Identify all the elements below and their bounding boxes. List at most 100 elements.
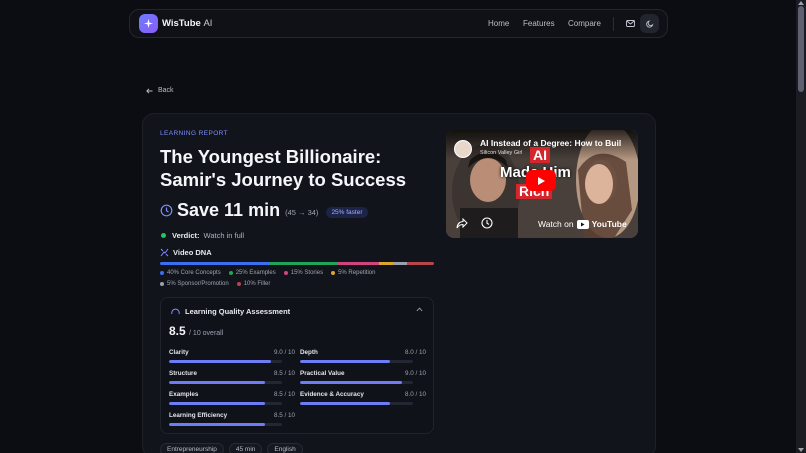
dna-segment <box>406 262 434 265</box>
moon-icon <box>645 19 653 28</box>
metric-fill <box>300 360 391 363</box>
save-detail: (45 → 34) <box>285 208 319 217</box>
youtube-label: YouTube <box>591 219 627 229</box>
metric-fill <box>300 381 402 384</box>
legend-label: 40% Core Concepts <box>167 270 221 276</box>
verdict: Verdict: Watch in full <box>161 231 244 240</box>
tag-list: Entrepreneurship 45 min English <box>160 443 303 453</box>
watch-on-label: Watch on <box>538 219 574 229</box>
dna-bar <box>160 262 434 265</box>
legend-label: 15% Stories <box>290 270 324 276</box>
watch-on-youtube-link[interactable]: Watch on YouTube <box>538 219 627 229</box>
tag-topic[interactable]: Entrepreneurship <box>160 443 224 453</box>
scroll-up-arrow[interactable] <box>798 1 804 5</box>
metric-name: Evidence & Accuracy <box>300 391 364 398</box>
youtube-logo-icon <box>576 219 589 229</box>
metric-name: Practical Value <box>300 370 345 377</box>
legend-item: 15% Stories <box>283 270 324 276</box>
metric-score: 8.5 / 10 <box>273 412 295 419</box>
metric-score: 9.0 / 10 <box>273 349 295 356</box>
brand-text: WisTube <box>162 18 201 29</box>
nav-link-features[interactable]: Features <box>523 19 555 28</box>
legend-item: 5% Repetition <box>331 270 375 276</box>
legend-swatch <box>283 271 288 275</box>
watch-later-icon[interactable] <box>481 217 493 229</box>
legend-label: 5% Repetition <box>338 270 376 276</box>
thumbnail-text-ai: AI <box>530 147 550 163</box>
brand-name[interactable]: WisTube AI <box>162 18 212 29</box>
quality-assessment-panel: Learning Quality Assessment 8.5 / 10 ove… <box>160 297 434 434</box>
metric-fill <box>169 423 266 426</box>
tag-language[interactable]: English <box>267 443 303 453</box>
metric-fill <box>300 402 391 405</box>
faster-badge: 25% faster <box>326 206 368 218</box>
brand-suffix: AI <box>203 18 213 29</box>
metric-score: 8.0 / 10 <box>404 391 426 398</box>
page-scrollbar[interactable] <box>796 0 806 453</box>
chevron-up-icon[interactable] <box>416 307 423 312</box>
metric-track <box>300 360 413 363</box>
dna-icon <box>160 248 169 257</box>
metric-score: 8.5 / 10 <box>273 370 295 377</box>
legend-item: 40% Core Concepts <box>160 270 221 276</box>
video-title: The Youngest Billionaire: Samir's Journe… <box>160 146 407 190</box>
overall-score-sub: / 10 overall <box>189 330 224 337</box>
dna-segment <box>160 262 270 265</box>
metric-score: 9.0 / 10 <box>404 370 426 377</box>
legend-label: 10% Filler <box>243 281 271 287</box>
mail-button[interactable] <box>622 15 639 32</box>
metric-score: 8.0 / 10 <box>404 349 426 356</box>
video-embed[interactable]: AI Instead of a Degree: How to Buil Sili… <box>446 130 638 238</box>
logo-icon[interactable] <box>139 14 158 33</box>
legend-label: 25% Examples <box>235 270 276 276</box>
video-dna-heading: Video DNA <box>160 248 212 257</box>
video-embed-title[interactable]: AI Instead of a Degree: How to Buil <box>480 138 621 148</box>
youtube-play-button[interactable] <box>526 170 556 191</box>
tag-duration[interactable]: 45 min <box>228 443 263 453</box>
dna-segment <box>338 262 380 265</box>
overall-score-value: 8.5 <box>169 324 186 338</box>
metric-track <box>169 360 282 363</box>
dna-legend-row-2: 5% Sponsor/Promotion 10% Filler <box>160 281 270 287</box>
play-icon <box>538 176 545 185</box>
metric-name: Examples <box>169 391 199 398</box>
quality-title: Learning Quality Assessment <box>185 307 291 316</box>
share-icon[interactable] <box>456 218 468 229</box>
arrow-left-icon <box>146 87 153 94</box>
metric-track <box>169 402 282 405</box>
metric-name: Depth <box>300 349 318 356</box>
dna-segment <box>392 262 407 265</box>
metric-track <box>169 381 282 384</box>
dna-legend-row-1: 40% Core Concepts 25% Examples 15% Stori… <box>160 270 375 276</box>
dna-segment <box>379 262 393 265</box>
nav-link-home[interactable]: Home <box>488 19 509 28</box>
theme-toggle-button[interactable] <box>640 14 659 33</box>
video-channel[interactable]: Silicon Valley Girl <box>480 150 522 156</box>
legend-item: 10% Filler <box>236 281 271 287</box>
metric-score: 8.5 / 10 <box>273 391 295 398</box>
top-navbar: WisTube AI Home Features Compare <box>129 9 668 38</box>
scrollbar-thumb[interactable] <box>798 6 804 92</box>
nav-divider <box>613 17 614 31</box>
metric-name: Clarity <box>169 349 189 356</box>
scroll-down-arrow[interactable] <box>798 448 804 452</box>
overall-score: 8.5 / 10 overall <box>169 324 223 338</box>
back-link[interactable]: Back <box>146 87 174 94</box>
metric-track <box>300 381 413 384</box>
quality-assessment-header[interactable]: Learning Quality Assessment <box>171 307 290 316</box>
save-time: Save 11 min <box>177 200 281 220</box>
report-eyebrow: LEARNING REPORT <box>160 130 229 137</box>
legend-swatch <box>331 271 336 275</box>
nav-link-compare[interactable]: Compare <box>568 19 601 28</box>
dna-title: Video DNA <box>173 248 212 257</box>
metric-fill <box>169 402 266 405</box>
metric-name: Learning Efficiency <box>169 412 228 419</box>
metric-track <box>169 423 282 426</box>
legend-swatch <box>228 271 233 275</box>
metric-fill <box>169 381 266 384</box>
channel-avatar[interactable] <box>454 140 472 158</box>
time-savings: Save 11 min (45 → 34) 25% faster <box>160 200 368 221</box>
metric-fill <box>169 360 271 363</box>
legend-swatch <box>236 282 241 286</box>
clock-icon <box>160 204 173 217</box>
